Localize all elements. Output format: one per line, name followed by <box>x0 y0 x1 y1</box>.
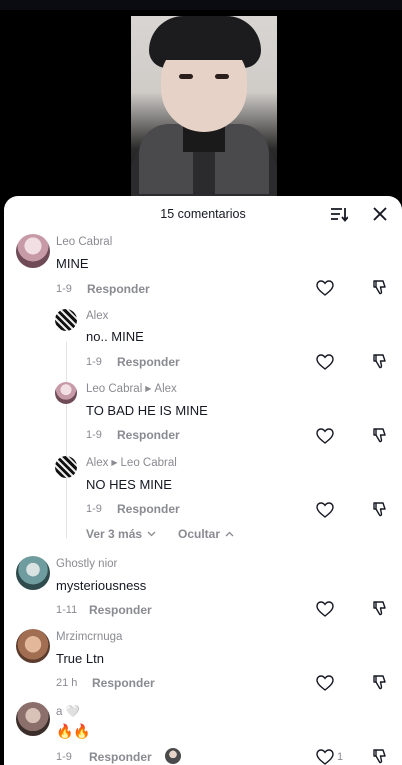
comment-username[interactable]: Alex ▶ Leo Cabral <box>86 457 177 469</box>
comment-username[interactable]: Leo Cabral ▶ Alex <box>86 383 177 395</box>
thumbs-down-icon[interactable] <box>371 501 389 519</box>
video-background[interactable] <box>0 0 402 215</box>
view-more-replies-button[interactable]: Ver 3 más <box>86 527 156 541</box>
reply-target[interactable]: Alex <box>154 383 176 395</box>
comment-text: mysteriousness <box>56 578 147 593</box>
video-eye-right <box>215 74 229 79</box>
comment-username[interactable]: a 🤍 <box>56 704 80 718</box>
comment-text: NO HES MINE <box>86 477 172 492</box>
reply-arrow-icon: ▶ <box>111 458 118 467</box>
avatar[interactable] <box>16 234 50 268</box>
comment-text: 🔥🔥 <box>56 723 91 739</box>
comment-text: no.. MINE <box>86 329 144 344</box>
reply-author[interactable]: Alex <box>86 457 108 469</box>
avatar[interactable] <box>16 629 50 663</box>
creator-like-avatar <box>165 748 181 764</box>
video-frame[interactable] <box>131 16 277 206</box>
avatar[interactable] <box>55 309 77 331</box>
avatar[interactable] <box>55 456 77 478</box>
sort-icon[interactable] <box>330 205 348 223</box>
reply-button[interactable]: Responder <box>87 282 150 296</box>
chevron-down-icon <box>147 531 156 537</box>
video-fringe <box>157 30 251 60</box>
reply-button[interactable]: Responder <box>117 502 180 516</box>
comment-username[interactable]: Ghostly nior <box>56 558 117 570</box>
comment-username[interactable]: Leo Cabral <box>56 236 112 248</box>
sheet-header: 15 comentarios <box>4 196 402 232</box>
comment-text: MINE <box>56 256 89 271</box>
comment-date: 1-9 <box>86 356 102 368</box>
avatar[interactable] <box>55 382 77 404</box>
thumbs-down-icon[interactable] <box>371 748 389 765</box>
hide-replies-button[interactable]: Ocultar <box>178 527 234 541</box>
reply-button[interactable]: Responder <box>89 603 152 617</box>
reply-button[interactable]: Responder <box>117 428 180 442</box>
heart-icon[interactable] <box>316 428 334 444</box>
close-icon[interactable] <box>371 205 389 223</box>
reply-target[interactable]: Leo Cabral <box>121 457 177 469</box>
avatar[interactable] <box>16 702 50 736</box>
comment-date: 1-9 <box>56 751 72 763</box>
comment-date: 1-11 <box>56 604 78 616</box>
reply-author[interactable]: Leo Cabral <box>86 383 142 395</box>
thumbs-down-icon[interactable] <box>371 353 389 371</box>
thumbs-down-icon[interactable] <box>371 279 389 297</box>
comment-date: 1-9 <box>86 503 102 515</box>
video-eye-left <box>179 74 193 79</box>
comments-sheet: 15 comentarios Leo Cabral MINE 1-9 Respo… <box>4 196 402 765</box>
comment-text: TO BAD HE IS MINE <box>86 403 208 418</box>
comment-date: 21 h <box>56 677 78 689</box>
reply-button[interactable]: Responder <box>117 355 180 369</box>
reply-button[interactable]: Responder <box>89 750 152 764</box>
comment-date: 1-9 <box>56 283 72 295</box>
like-count: 1 <box>337 751 344 763</box>
heart-icon[interactable] <box>316 502 334 518</box>
thread-line <box>66 342 67 538</box>
heart-icon[interactable] <box>316 280 334 296</box>
view-more-label[interactable]: Ver 3 más <box>86 527 142 541</box>
reply-button[interactable]: Responder <box>92 676 155 690</box>
heart-icon[interactable] <box>316 675 334 691</box>
avatar[interactable] <box>16 556 50 590</box>
video-top-bar <box>0 0 402 10</box>
comment-date: 1-9 <box>86 429 102 441</box>
reply-arrow-icon: ▶ <box>145 384 152 393</box>
thumbs-down-icon[interactable] <box>371 427 389 445</box>
thumbs-down-icon[interactable] <box>371 674 389 692</box>
hide-label[interactable]: Ocultar <box>178 527 220 541</box>
thumbs-down-icon[interactable] <box>371 600 389 618</box>
comment-text: True Ltn <box>56 651 104 666</box>
heart-icon[interactable] <box>316 354 334 370</box>
heart-icon[interactable] <box>316 601 334 617</box>
comment-username[interactable]: Mrzimcrnuga <box>56 631 122 643</box>
chevron-up-icon <box>225 531 234 537</box>
comment-username[interactable]: Alex <box>86 310 108 322</box>
heart-icon[interactable] <box>316 749 334 765</box>
